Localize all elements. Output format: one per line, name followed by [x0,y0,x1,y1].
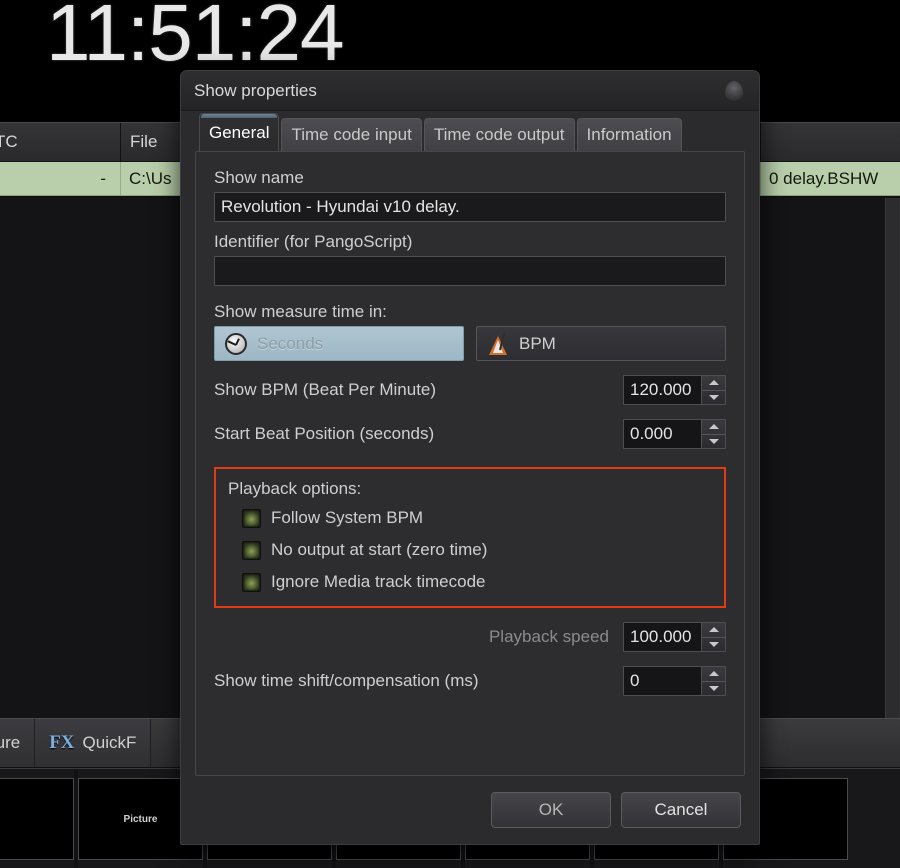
tab-time-code-output[interactable]: Time code output [424,118,575,151]
measure-time-label: Show measure time in: [214,302,726,322]
playback-speed-stepper[interactable]: 100.000 [623,622,726,652]
follow-system-bpm-checkbox[interactable] [242,509,261,528]
time-shift-value[interactable]: 0 [624,667,701,695]
show-name-input[interactable]: Revolution - Hyundai v10 delay. [214,192,726,222]
thumbnail-cell[interactable] [0,778,74,860]
follow-system-bpm-label: Follow System BPM [271,508,423,528]
show-bpm-label: Show BPM (Beat Per Minute) [214,380,623,400]
chevron-up-icon [709,424,719,429]
no-output-at-start-checkbox[interactable] [242,541,261,560]
playback-options-title: Playback options: [228,479,712,499]
playback-speed-value[interactable]: 100.000 [624,623,701,651]
stepper-buttons [701,623,725,651]
chevron-down-icon [709,642,719,647]
show-bpm-stepper[interactable]: 120.000 [623,375,726,405]
stepper-increment-button[interactable] [702,667,725,682]
identifier-label: Identifier (for PangoScript) [214,232,726,252]
start-beat-stepper[interactable]: 0.000 [623,419,726,449]
general-tab-panel: Show name Revolution - Hyundai v10 delay… [195,151,745,776]
seconds-option-button[interactable]: Seconds [214,326,464,361]
chevron-up-icon [709,671,719,676]
start-beat-value[interactable]: 0.000 [624,420,701,448]
ignore-media-timecode-label: Ignore Media track timecode [271,572,486,592]
dialog-footer: OK Cancel [181,776,759,844]
start-beat-label: Start Beat Position (seconds) [214,424,623,444]
show-bpm-row: Show BPM (Beat Per Minute) 120.000 [214,375,726,405]
dialog-title: Show properties [194,81,317,101]
stepper-buttons [701,376,725,404]
playback-options-group: Playback options: Follow System BPM No o… [214,467,726,608]
ignore-media-timecode-checkbox[interactable] [242,573,261,592]
stepper-increment-button[interactable] [702,420,725,435]
stepper-buttons [701,420,725,448]
cell-tc: - [0,162,121,195]
column-header-name[interactable] [761,123,900,161]
metronome-icon [487,333,509,355]
ignore-media-timecode-row[interactable]: Ignore Media track timecode [242,572,712,592]
dialog-titlebar[interactable]: Show properties [181,71,759,111]
stepper-increment-button[interactable] [702,376,725,391]
stepper-buttons [701,667,725,695]
bpm-option-button[interactable]: BPM [476,326,726,361]
no-output-at-start-row[interactable]: No output at start (zero time) [242,540,712,560]
time-shift-stepper[interactable]: 0 [623,666,726,696]
capture-label: apture [0,733,20,753]
chevron-up-icon [709,380,719,385]
tab-time-code-input[interactable]: Time code input [281,118,421,151]
fx-icon: FX [49,732,74,754]
clock-icon [225,333,247,355]
show-bpm-value[interactable]: 120.000 [624,376,701,404]
stepper-decrement-button[interactable] [702,638,725,652]
stepper-decrement-button[interactable] [702,435,725,449]
stepper-decrement-button[interactable] [702,391,725,405]
stepper-decrement-button[interactable] [702,682,725,696]
chevron-up-icon [709,627,719,632]
app-screen: 11:51:24 TC File - C:\Us 0 delay.BSHW ap… [0,0,900,868]
seconds-option-label: Seconds [257,334,323,354]
quickfx-label: QuickF [83,733,137,753]
tab-information[interactable]: Information [577,118,682,151]
identifier-input[interactable] [214,256,726,286]
start-beat-row: Start Beat Position (seconds) 0.000 [214,419,726,449]
dialog-tabbar: General Time code input Time code output… [181,111,759,151]
stepper-increment-button[interactable] [702,623,725,638]
chevron-down-icon [709,395,719,400]
capture-button[interactable]: apture [0,719,35,767]
column-header-tc[interactable]: TC [0,123,121,161]
time-shift-row: Show time shift/compensation (ms) 0 [214,666,726,696]
quickfx-button[interactable]: FX QuickF [35,719,151,767]
master-clock-display: 11:51:24 [46,0,343,79]
cell-name: 0 delay.BSHW [761,162,900,195]
follow-system-bpm-row[interactable]: Follow System BPM [242,508,712,528]
chevron-down-icon [709,439,719,444]
show-properties-dialog: Show properties General Time code input … [180,70,760,845]
playback-speed-label: Playback speed [214,627,623,647]
ok-button[interactable]: OK [491,792,611,828]
chevron-down-icon [709,686,719,691]
thumbnail-caption: Picture [124,814,158,825]
drop-icon[interactable] [723,79,745,103]
tab-general[interactable]: General [199,113,279,151]
playback-speed-row: Playback speed 100.000 [214,622,726,652]
time-shift-label: Show time shift/compensation (ms) [214,671,623,691]
cancel-button[interactable]: Cancel [621,792,741,828]
vertical-scrollbar[interactable] [885,198,899,718]
no-output-at-start-label: No output at start (zero time) [271,540,487,560]
measure-time-segmented-control: Seconds BPM [214,326,726,361]
show-name-label: Show name [214,168,726,188]
bpm-option-label: BPM [519,334,556,354]
